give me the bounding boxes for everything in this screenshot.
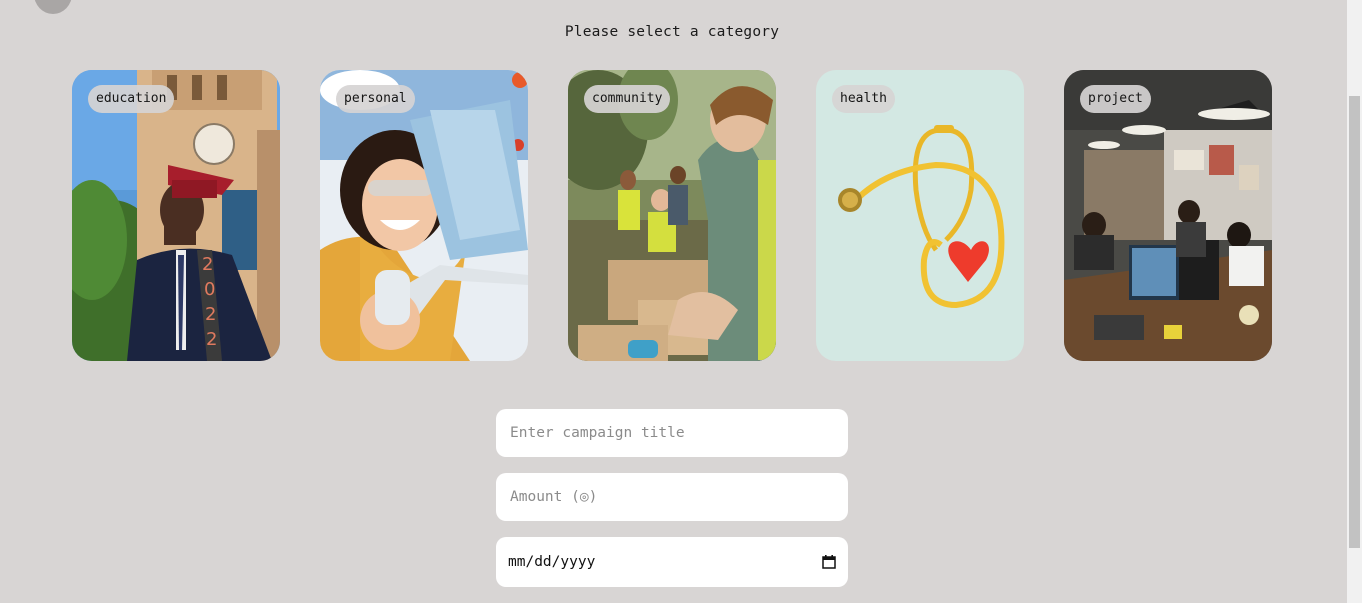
vertical-scrollbar[interactable] [1347,0,1362,603]
svg-text:2: 2 [206,329,217,350]
amount-input[interactable] [508,488,836,506]
page: Please select a category 2 0 2 2 educati… [0,0,1362,603]
campaign-title-field [496,409,848,457]
category-card-education[interactable]: 2 0 2 2 education [72,70,280,361]
campaign-title-input[interactable] [508,424,836,442]
calendar-icon[interactable] [822,555,836,569]
graduate-photo: 2 0 2 2 [72,70,280,361]
svg-text:2: 2 [205,304,216,325]
date-field[interactable]: mm/dd/yyyy [496,537,848,587]
scrollbar-thumb[interactable] [1349,96,1360,548]
category-card-personal[interactable]: personal [320,70,528,361]
amount-field [496,473,848,521]
category-label: health [832,85,895,113]
date-input-value[interactable]: mm/dd/yyyy [508,554,595,570]
category-cards: 2 0 2 2 education personal community hea… [72,70,1272,361]
back-button[interactable] [34,0,72,14]
office-workspace-photo [1064,70,1272,361]
svg-text:0: 0 [204,279,215,300]
page-heading: Please select a category [564,24,780,40]
category-card-community[interactable]: community [568,70,776,361]
stethoscope-heart-photo [816,70,1024,361]
campaign-form: mm/dd/yyyy [496,409,848,603]
volunteers-photo [568,70,776,361]
smiling-painter-photo [320,70,528,361]
category-label: personal [336,85,415,113]
category-label: community [584,85,671,113]
category-label: project [1080,85,1151,113]
svg-text:2: 2 [202,254,213,275]
category-label: education [88,85,175,113]
category-card-health[interactable]: health [816,70,1024,361]
category-card-project[interactable]: project [1064,70,1272,361]
